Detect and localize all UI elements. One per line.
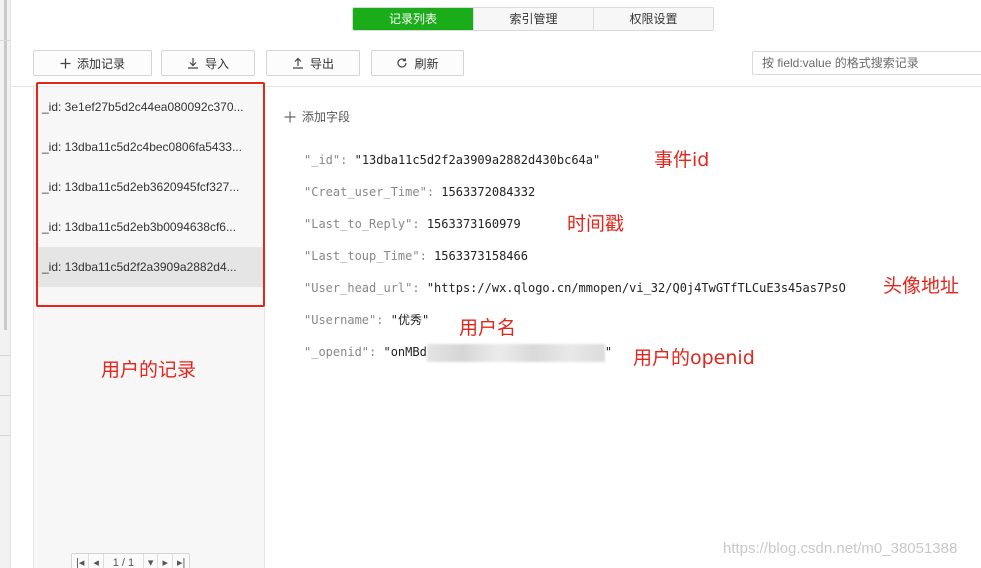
add-field-button[interactable]: 添加字段 <box>284 108 350 125</box>
record-list: _id: 3e1ef27b5d2c44ea080092c370... _id: … <box>38 87 264 287</box>
field-key: "Username": <box>304 313 384 327</box>
pagination: |◂ ◂ 1 / 1 ▾ ▸ ▸| <box>71 553 191 568</box>
field-value: "https://wx.qlogo.cn/mmopen/vi_32/Q0j4Tw… <box>426 281 846 295</box>
field-row[interactable]: "_id": "13dba11c5d2f2a3909a2882d430bc64a… <box>304 150 600 170</box>
upload-icon <box>292 57 303 69</box>
import-button[interactable]: 导入 <box>161 50 255 76</box>
field-value-suffix: " <box>604 345 613 359</box>
record-item[interactable]: _id: 13dba11c5d2eb3b0094638cf6... <box>38 207 264 247</box>
left-divider <box>0 435 10 436</box>
annotation-timestamp: 时间戳 <box>567 213 625 235</box>
field-row[interactable]: "User_head_url": "https://wx.qlogo.cn/mm… <box>304 278 846 298</box>
field-value: 1563373158466 <box>434 249 528 263</box>
refresh-label: 刷新 <box>414 56 439 71</box>
field-key: "Creat_user_Time": <box>304 185 435 199</box>
page-indicator[interactable]: 1 / 1 <box>102 554 143 568</box>
annotation-user-openid: 用户的openid <box>633 347 755 369</box>
field-key: "_id": <box>304 153 348 167</box>
annotation-avatar-url: 头像地址 <box>883 275 960 297</box>
record-item[interactable]: _id: 3e1ef27b5d2c44ea080092c370... <box>38 87 264 127</box>
tab-bar: 记录列表 索引管理 权限设置 <box>352 7 714 31</box>
field-value: 1563372084332 <box>441 185 536 199</box>
field-row[interactable]: "Username": "优秀" <box>304 310 429 330</box>
refresh-icon <box>397 58 408 68</box>
field-row[interactable]: "Creat_user_Time": 1563372084332 <box>304 182 535 202</box>
export-label: 导出 <box>309 56 334 71</box>
prev-page-icon[interactable]: ◂ <box>88 554 103 568</box>
field-value-prefix: "onMBd <box>383 345 427 359</box>
export-button[interactable]: 导出 <box>266 50 360 76</box>
left-divider <box>0 40 10 41</box>
record-item-selected[interactable]: _id: 13dba11c5d2f2a3909a2882d4... <box>38 247 264 287</box>
field-row[interactable]: "Last_toup_Time": 1563373158466 <box>304 246 528 266</box>
first-page-icon[interactable]: |◂ <box>72 554 88 568</box>
annotation-user-records: 用户的记录 <box>101 359 197 381</box>
add-record-label: 添加记录 <box>76 56 125 71</box>
field-key: "Last_to_Reply": <box>304 217 420 231</box>
field-value: "13dba11c5d2f2a3909a2882d430bc64a" <box>354 153 601 167</box>
tab-permission-settings[interactable]: 权限设置 <box>593 8 713 30</box>
field-key: "_openid": <box>304 345 377 359</box>
field-row[interactable]: "Last_to_Reply": 1563373160979 <box>304 214 521 234</box>
field-value: "优秀" <box>390 313 430 327</box>
redacted-value <box>426 343 605 362</box>
field-key: "Last_toup_Time": <box>304 249 427 263</box>
tab-index-management[interactable]: 索引管理 <box>473 8 593 30</box>
plus-icon <box>284 111 296 122</box>
last-page-icon[interactable]: ▸| <box>171 554 189 568</box>
add-record-button[interactable]: 添加记录 <box>33 50 152 76</box>
vertical-divider <box>264 86 265 568</box>
left-divider <box>0 355 10 356</box>
record-item[interactable]: _id: 13dba11c5d2eb3620945fcf327... <box>38 167 264 207</box>
search-input[interactable] <box>752 51 981 75</box>
import-label: 导入 <box>204 56 229 71</box>
plus-icon <box>60 58 71 68</box>
annotation-username: 用户名 <box>459 317 517 339</box>
record-item[interactable]: _id: 13dba11c5d2c4bec0806fa5433... <box>38 127 264 167</box>
add-field-label: 添加字段 <box>302 110 351 124</box>
left-edge-panel <box>0 0 11 568</box>
refresh-button[interactable]: 刷新 <box>371 50 464 76</box>
field-value: 1563373160979 <box>426 217 521 231</box>
annotation-event-id: 事件id <box>654 149 710 171</box>
next-page-icon[interactable]: ▸ <box>157 554 172 568</box>
field-key: "User_head_url": <box>304 281 420 295</box>
tab-record-list[interactable]: 记录列表 <box>353 8 473 30</box>
field-row[interactable]: "_openid": "onMBd " <box>304 342 612 362</box>
left-divider <box>0 395 10 396</box>
left-scrollbar[interactable] <box>4 0 7 330</box>
download-icon <box>187 58 198 69</box>
watermark: https://blog.csdn.net/m0_38051388 <box>723 540 958 557</box>
page-dropdown-icon[interactable]: ▾ <box>142 554 158 568</box>
